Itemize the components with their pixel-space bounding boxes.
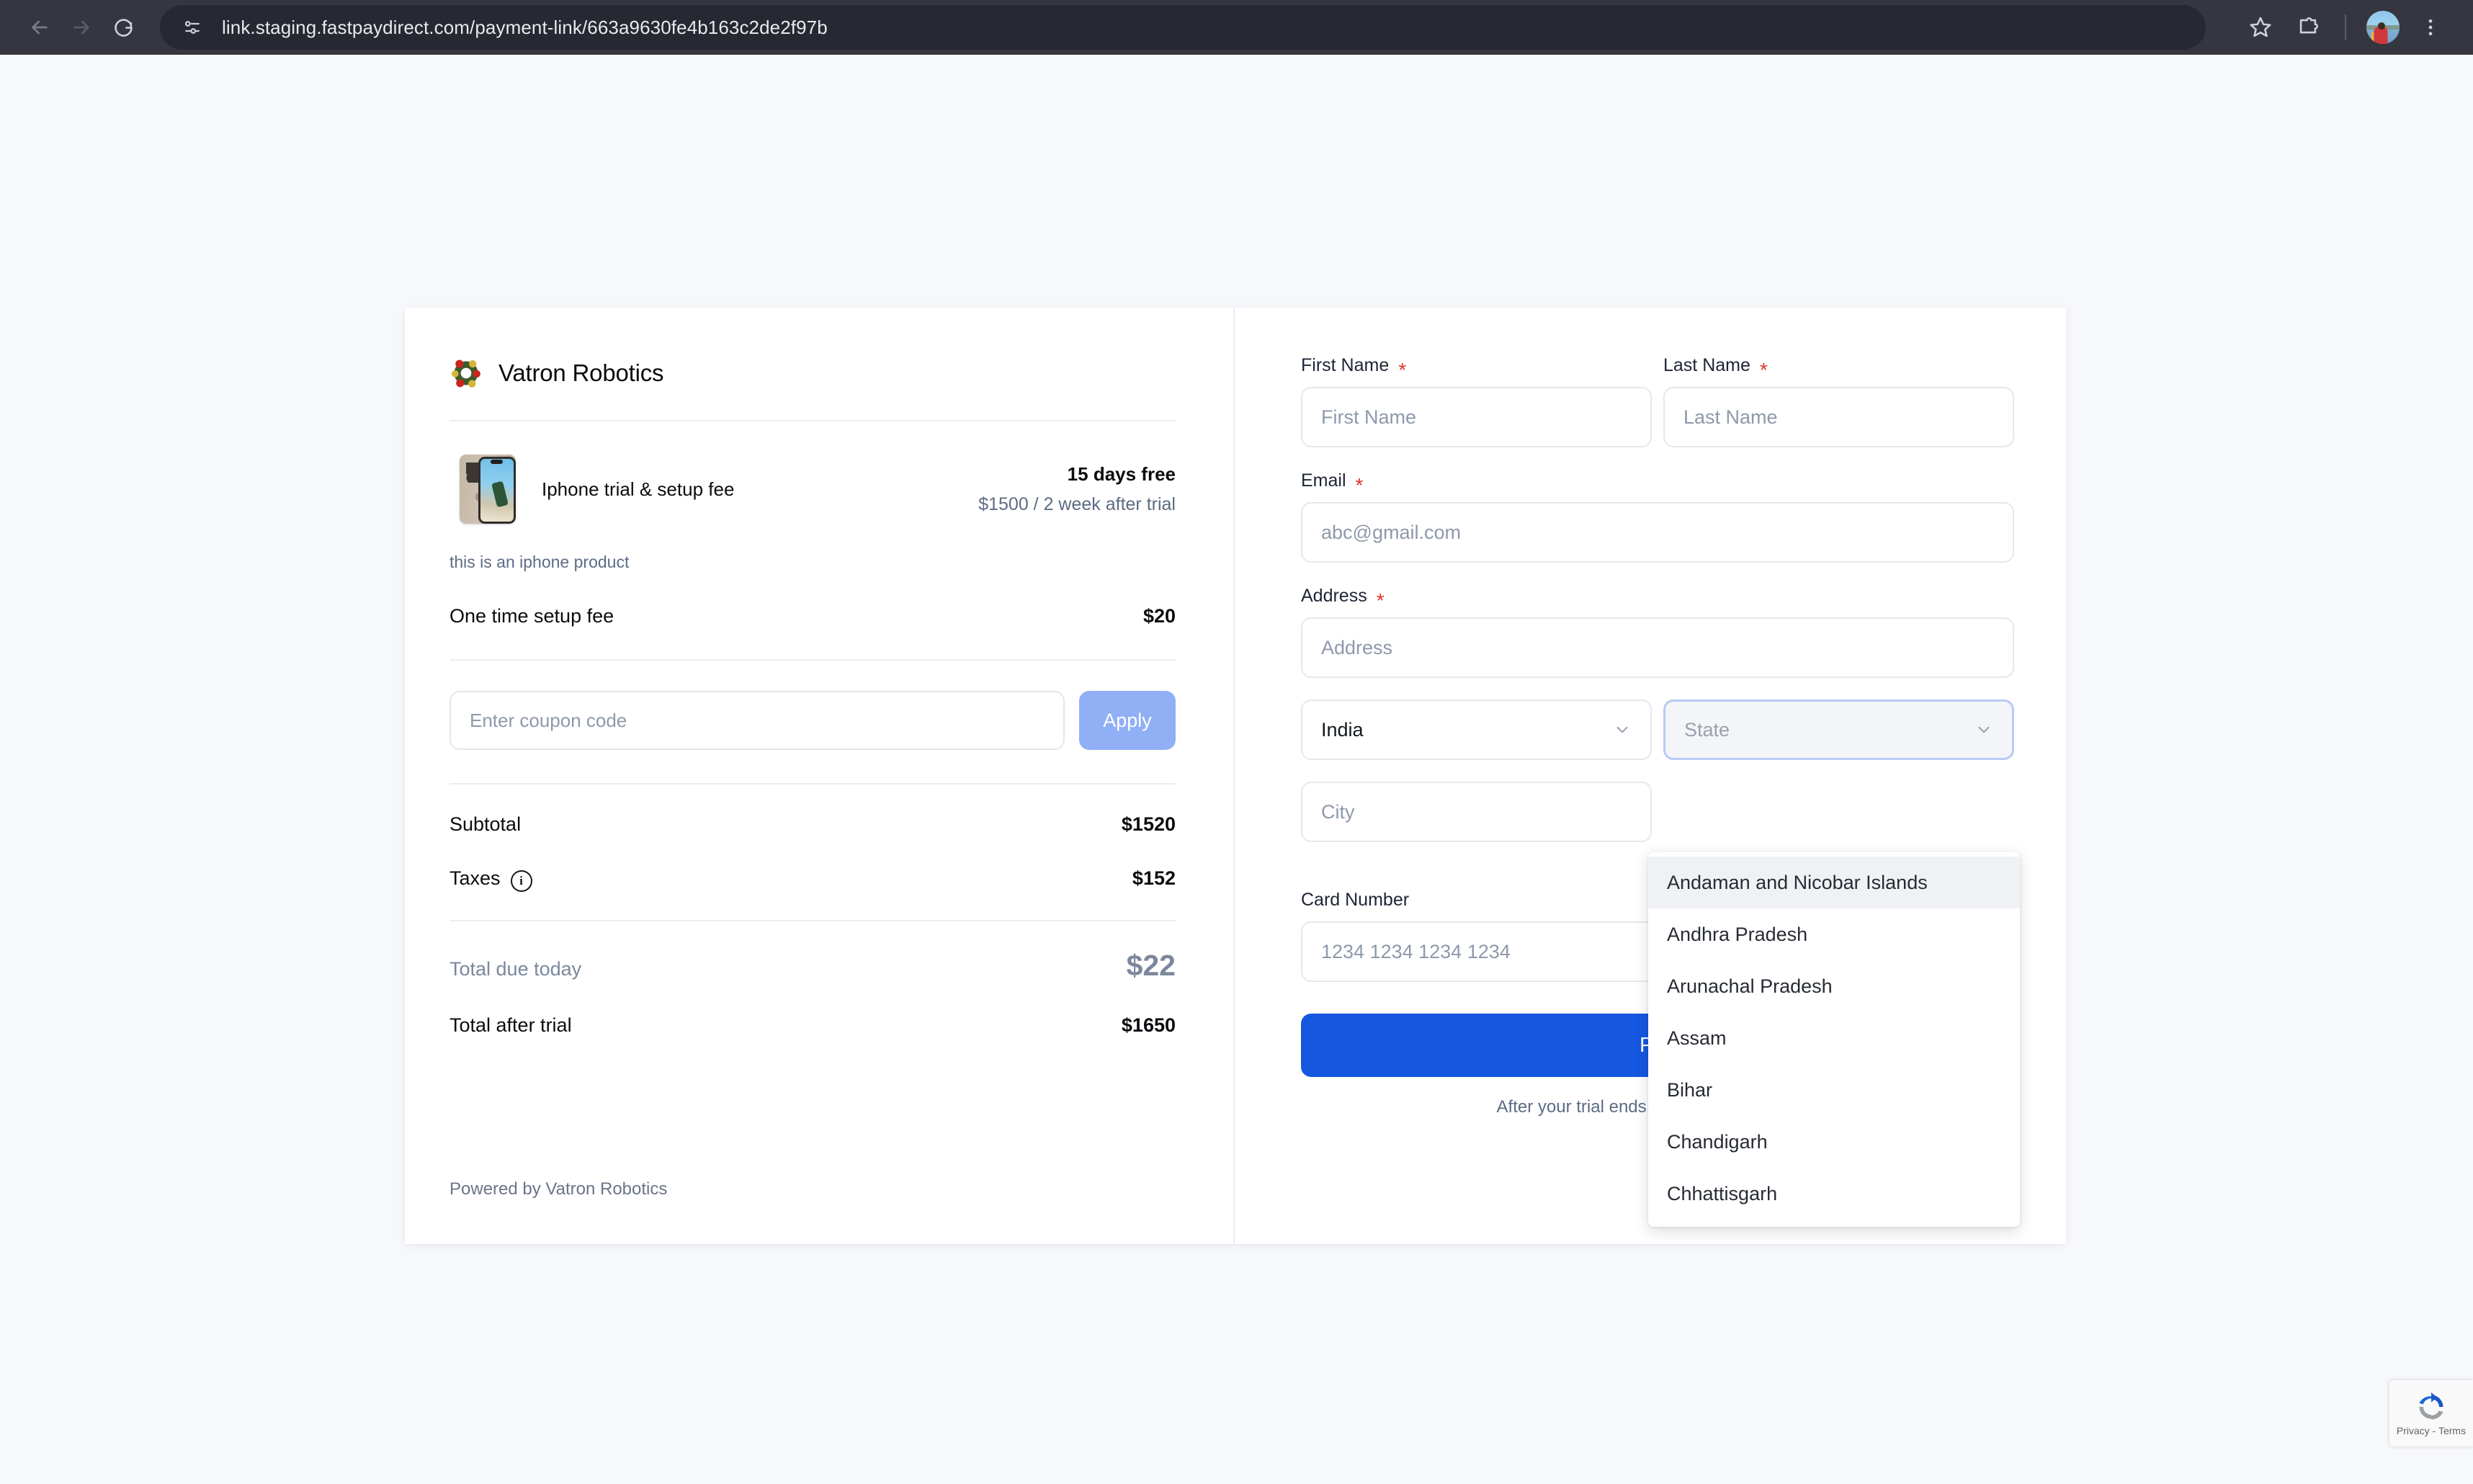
- total-after-trial-row: Total after trial $1650: [450, 1014, 1176, 1037]
- total-due-today-row: Total due today $22: [450, 949, 1176, 983]
- profile-button[interactable]: [2359, 4, 2407, 51]
- coupon-row: Apply: [450, 691, 1176, 750]
- order-summary-panel: Vatron Robotics Iphone trial & setup fee…: [405, 308, 1235, 1244]
- country-select-value: India: [1321, 718, 1364, 741]
- divider: [450, 783, 1176, 785]
- forward-button[interactable]: [61, 6, 102, 48]
- state-option[interactable]: Andhra Pradesh: [1648, 908, 2020, 960]
- subtotal-label: Subtotal: [450, 813, 522, 835]
- total-after-trial-value: $1650: [1121, 1014, 1176, 1036]
- taxes-label: Taxes: [450, 867, 501, 889]
- address-input[interactable]: [1301, 617, 2014, 678]
- coupon-code-input[interactable]: [450, 691, 1065, 750]
- puzzle-piece-icon: [2299, 17, 2318, 34]
- country-group: India: [1301, 699, 1652, 760]
- last-name-label: Last Name *: [1663, 355, 1768, 381]
- avatar: [2366, 11, 2400, 44]
- total-after-trial-label: Total after trial: [450, 1014, 572, 1036]
- state-option[interactable]: Andaman and Nicobar Islands: [1648, 857, 2020, 908]
- page-canvas: Vatron Robotics Iphone trial & setup fee…: [0, 55, 2473, 1484]
- city-group: [1301, 782, 1652, 842]
- last-name-group: Last Name *: [1663, 355, 2014, 447]
- city-input[interactable]: [1301, 782, 1652, 842]
- state-group: State: [1663, 699, 2014, 760]
- forward-arrow-icon: [73, 20, 89, 35]
- address-group: Address *: [1301, 586, 2014, 678]
- total-due-today-value: $22: [1126, 949, 1176, 982]
- url-text: link.staging.fastpaydirect.com/payment-l…: [222, 16, 828, 38]
- recurring-price: $1500 / 2 week after trial: [978, 494, 1176, 514]
- extensions-button[interactable]: [2284, 4, 2332, 51]
- recaptcha-badge[interactable]: Privacy - Terms: [2389, 1380, 2473, 1447]
- trial-duration: 15 days free: [1067, 463, 1176, 485]
- reload-button[interactable]: [102, 6, 144, 48]
- state-option[interactable]: Chandigarh: [1648, 1116, 2020, 1168]
- state-dropdown-menu[interactable]: Andaman and Nicobar Islands Andhra Prade…: [1648, 852, 2020, 1227]
- recaptcha-icon: [2419, 1392, 2443, 1419]
- total-due-today-label: Total due today: [450, 958, 582, 980]
- address-label-text: Address: [1301, 586, 1367, 606]
- toolbar-divider: [2345, 14, 2346, 40]
- last-name-label-text: Last Name: [1663, 355, 1750, 375]
- state-option[interactable]: Assam: [1648, 1012, 2020, 1064]
- email-input[interactable]: [1301, 502, 2014, 563]
- setup-fee-row: One time setup fee $20: [450, 605, 1176, 627]
- back-button[interactable]: [19, 6, 61, 48]
- city-row-spacer: [1663, 782, 2014, 842]
- star-icon: [2250, 17, 2271, 37]
- product-pricing: 15 days free $1500 / 2 week after trial: [978, 463, 1176, 515]
- product-row: Iphone trial & setup fee 15 days free $1…: [450, 455, 1176, 524]
- divider: [450, 659, 1176, 661]
- last-name-input[interactable]: [1663, 387, 2014, 447]
- address-bar[interactable]: link.staging.fastpaydirect.com/payment-l…: [160, 5, 2206, 50]
- subtotal-value: $1520: [1121, 813, 1176, 835]
- chevron-down-icon: [1978, 726, 1990, 733]
- reload-icon: [114, 18, 133, 37]
- product-description: this is an iphone product: [450, 553, 630, 571]
- divider: [450, 920, 1176, 921]
- email-label-text: Email: [1301, 470, 1346, 491]
- apply-coupon-button[interactable]: Apply: [1079, 691, 1176, 750]
- divider: [450, 420, 1176, 421]
- state-select[interactable]: State: [1663, 699, 2014, 760]
- setup-fee-label: One time setup fee: [450, 605, 614, 627]
- name-row: First Name * Last Name *: [1301, 355, 2014, 447]
- taxes-value: $152: [1132, 867, 1176, 889]
- info-icon[interactable]: i: [510, 870, 532, 892]
- state-option[interactable]: Arunachal Pradesh: [1648, 960, 2020, 1012]
- product-thumbnail-iphone: [460, 455, 516, 524]
- first-name-label-text: First Name: [1301, 355, 1390, 375]
- brand-logo-wreath-icon: [450, 357, 483, 390]
- card-number-label-text: Card Number: [1301, 890, 1410, 910]
- email-label: Email *: [1301, 470, 1364, 496]
- subtotal-row: Subtotal $1520: [450, 813, 1176, 836]
- state-option[interactable]: Bihar: [1648, 1064, 2020, 1116]
- chevron-down-icon: [1616, 726, 1628, 733]
- product-name: Iphone trial & setup fee: [542, 478, 735, 500]
- country-select[interactable]: India: [1301, 699, 1652, 760]
- browser-toolbar: link.staging.fastpaydirect.com/payment-l…: [0, 0, 2473, 55]
- toolbar-actions: [2237, 4, 2454, 51]
- powered-by-footer: Powered by Vatron Robotics: [450, 1179, 668, 1199]
- country-state-row: India State: [1301, 699, 2014, 760]
- state-select-placeholder: State: [1684, 718, 1730, 741]
- city-row: [1301, 782, 2014, 842]
- email-group: Email *: [1301, 470, 2014, 563]
- state-option[interactable]: Chhattisgarh: [1648, 1168, 2020, 1220]
- setup-fee-value: $20: [1142, 605, 1176, 627]
- first-name-label: First Name *: [1301, 355, 1407, 381]
- recaptcha-text: Privacy - Terms: [2396, 1424, 2467, 1436]
- site-settings-icon[interactable]: [182, 17, 203, 38]
- three-dots-vertical-icon: [2428, 19, 2433, 36]
- brand-header: Vatron Robotics: [450, 357, 1176, 390]
- first-name-group: First Name *: [1301, 355, 1652, 447]
- first-name-input[interactable]: [1301, 387, 1652, 447]
- taxes-row: Taxes i $152: [450, 867, 1176, 892]
- bookmark-button[interactable]: [2237, 4, 2284, 51]
- address-label: Address *: [1301, 586, 1385, 612]
- back-arrow-icon: [32, 20, 48, 35]
- chrome-menu-button[interactable]: [2407, 4, 2454, 51]
- brand-name: Vatron Robotics: [498, 359, 664, 386]
